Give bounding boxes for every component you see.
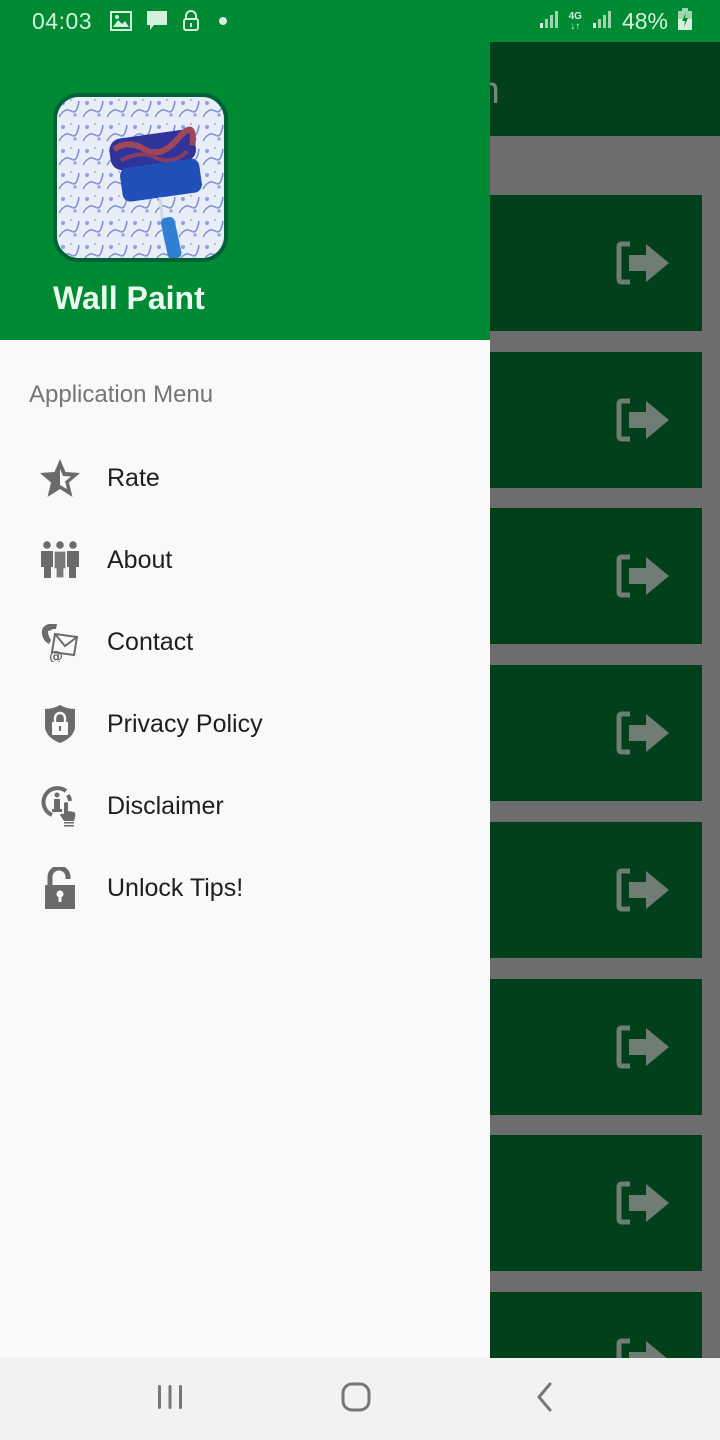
- back-button[interactable]: [514, 1378, 574, 1420]
- recent-apps-icon: [156, 1384, 184, 1415]
- recent-apps-button[interactable]: [140, 1378, 200, 1420]
- screen: 04:03 4G ↓↑ 48% Wall Paint Application M…: [0, 0, 720, 1440]
- navigation-drawer: Wall Paint Application Menu Rate About @…: [0, 0, 490, 1358]
- shield-lock-icon: [38, 702, 82, 746]
- lock-icon: [182, 10, 200, 37]
- drawer-header: Wall Paint: [0, 0, 490, 340]
- info-touch-icon: [38, 784, 82, 828]
- message-icon: [146, 10, 168, 37]
- menu-item-contact[interactable]: @ Contact: [0, 605, 490, 679]
- people-icon: [38, 538, 82, 582]
- app-name: Wall Paint: [53, 280, 205, 316]
- enter-arrow-icon: [616, 398, 672, 447]
- menu-item-label: Disclaimer: [107, 791, 224, 820]
- home-button[interactable]: [326, 1378, 386, 1420]
- network-type: 4G ↓↑: [568, 10, 582, 32]
- enter-arrow-icon: [616, 1181, 672, 1230]
- status-bar: 04:03 4G ↓↑ 48%: [0, 0, 720, 42]
- enter-arrow-icon: [616, 868, 672, 917]
- enter-arrow-icon: [616, 1025, 672, 1074]
- system-nav-bar: [0, 1358, 720, 1440]
- menu-item-disclaimer[interactable]: Disclaimer: [0, 769, 490, 843]
- svg-text:@: @: [49, 649, 63, 662]
- menu-item-label: Rate: [107, 463, 160, 492]
- enter-arrow-icon: [616, 241, 672, 290]
- menu-item-about[interactable]: About: [0, 523, 490, 597]
- battery-percent: 48%: [621, 8, 668, 34]
- menu-item-privacy-policy[interactable]: Privacy Policy: [0, 687, 490, 761]
- contact-icon: @: [38, 620, 82, 664]
- unlock-icon: [38, 866, 82, 910]
- enter-arrow-icon: [616, 554, 672, 603]
- signal-icon: [539, 9, 559, 34]
- menu-item-label: Unlock Tips!: [107, 873, 244, 902]
- menu-item-label: About: [107, 545, 173, 574]
- menu-item-rate[interactable]: Rate: [0, 441, 490, 515]
- notification-dot-icon: [214, 12, 232, 35]
- battery-charging-icon: [678, 8, 692, 35]
- menu-heading: Application Menu: [29, 381, 214, 408]
- menu-item-unlock-tips[interactable]: Unlock Tips!: [0, 851, 490, 925]
- app-logo: [53, 93, 228, 262]
- back-icon: [534, 1382, 554, 1417]
- status-time: 04:03: [32, 8, 93, 34]
- star-icon: [38, 456, 82, 500]
- signal-icon-2: [592, 9, 612, 34]
- home-icon: [341, 1382, 371, 1417]
- gallery-icon: [110, 11, 132, 36]
- enter-arrow-icon: [616, 711, 672, 760]
- menu-item-label: Contact: [107, 627, 194, 656]
- menu-item-label: Privacy Policy: [107, 709, 263, 738]
